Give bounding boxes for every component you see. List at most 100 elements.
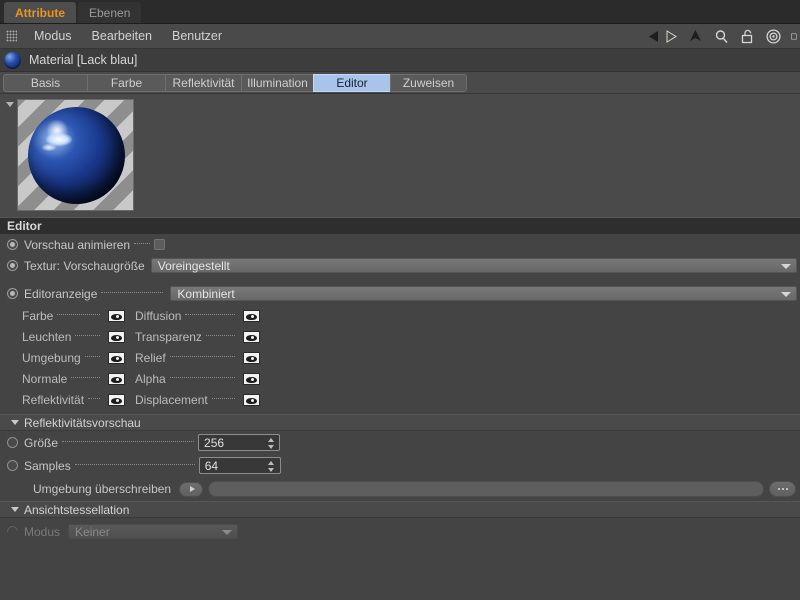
leader-dots bbox=[57, 314, 100, 315]
material-tab-bar: Basis Farbe Reflektivität Illumination E… bbox=[0, 72, 800, 94]
tab-zuweisen-label: Zuweisen bbox=[403, 76, 454, 90]
forward-arrow-icon[interactable] bbox=[661, 28, 678, 45]
editor-display-dropdown[interactable]: Kombiniert bbox=[170, 286, 797, 301]
group-header-view-tessellation[interactable]: Ansichtstessellation bbox=[0, 501, 800, 518]
editor-section-body: Vorschau animieren Textur: Vorschaugröße… bbox=[0, 234, 800, 414]
toolbar-icons bbox=[647, 24, 800, 49]
override-environment-browse-button[interactable] bbox=[769, 481, 796, 497]
animate-preview-label: Vorschau animieren bbox=[24, 238, 130, 252]
attribute-manager-window: Attribute Ebenen Modus Bearbeiten Benutz… bbox=[0, 0, 800, 600]
material-preview-area bbox=[0, 94, 800, 217]
channel-normale: Normale bbox=[0, 372, 125, 386]
preview-highlight-secondary bbox=[42, 144, 56, 151]
tessellation-mode-dropdown[interactable]: Keiner bbox=[68, 524, 238, 539]
channel-alpha-label: Alpha bbox=[135, 372, 166, 386]
spinner-icon[interactable] bbox=[268, 461, 275, 472]
eye-icon[interactable] bbox=[108, 331, 125, 343]
channel-umgebung: Umgebung bbox=[0, 351, 125, 365]
samples-radio[interactable] bbox=[7, 460, 18, 471]
eye-icon[interactable] bbox=[108, 373, 125, 385]
samples-input[interactable]: 64 bbox=[199, 457, 281, 474]
tab-basis-label: Basis bbox=[31, 76, 60, 90]
eye-icon[interactable] bbox=[243, 310, 260, 322]
menu-item-benutzer[interactable]: Benutzer bbox=[162, 24, 232, 49]
material-preview-swatch[interactable] bbox=[17, 99, 134, 211]
grip-dots-icon[interactable] bbox=[6, 30, 17, 42]
eye-icon[interactable] bbox=[108, 310, 125, 322]
material-sphere-icon bbox=[4, 52, 21, 69]
tab-basis[interactable]: Basis bbox=[3, 74, 87, 92]
up-arrow-icon[interactable] bbox=[687, 28, 704, 45]
triangle-down-icon bbox=[11, 420, 19, 425]
unlock-icon[interactable] bbox=[739, 28, 756, 45]
spacer bbox=[0, 276, 800, 283]
panel-icon[interactable] bbox=[791, 28, 798, 45]
channel-diffusion-label: Diffusion bbox=[135, 309, 181, 323]
view-tessellation-body: Modus Keiner bbox=[0, 518, 800, 558]
tab-editor[interactable]: Editor bbox=[313, 74, 390, 92]
play-triangle-icon[interactable] bbox=[179, 482, 203, 497]
leader-dots bbox=[206, 335, 235, 336]
row-override-environment: Umgebung überschreiben bbox=[0, 477, 800, 501]
row-tessellation-mode: Modus Keiner bbox=[0, 518, 800, 542]
preview-sphere bbox=[28, 107, 125, 204]
size-input[interactable]: 256 bbox=[198, 434, 280, 451]
target-icon[interactable] bbox=[765, 28, 782, 45]
samples-label: Samples bbox=[24, 459, 71, 473]
menu-item-bearbeiten[interactable]: Bearbeiten bbox=[82, 24, 162, 49]
channel-row: Reflektivität Displacement bbox=[0, 389, 800, 410]
row-size: Größe 256 bbox=[0, 431, 800, 454]
leader-dots bbox=[75, 464, 195, 465]
preview-collapse-toggle[interactable] bbox=[3, 99, 17, 107]
eye-icon[interactable] bbox=[243, 394, 260, 406]
leader-dots bbox=[170, 377, 235, 378]
channel-leuchten-label: Leuchten bbox=[22, 330, 71, 344]
size-value: 256 bbox=[204, 436, 224, 450]
channel-normale-label: Normale bbox=[22, 372, 67, 386]
size-radio[interactable] bbox=[7, 437, 18, 448]
texture-preview-size-radio[interactable] bbox=[7, 260, 18, 271]
material-header: Material [Lack blau] bbox=[0, 49, 800, 72]
editor-display-radio[interactable] bbox=[7, 288, 18, 299]
eye-icon[interactable] bbox=[243, 331, 260, 343]
channel-reflektivitaet-label: Reflektivität bbox=[22, 393, 84, 407]
window-tab-ebenen[interactable]: Ebenen bbox=[78, 2, 141, 23]
leader-dots bbox=[88, 398, 100, 399]
menu-item-modus[interactable]: Modus bbox=[24, 24, 82, 49]
tab-farbe[interactable]: Farbe bbox=[87, 74, 165, 92]
tab-zuweisen[interactable]: Zuweisen bbox=[390, 74, 467, 92]
eye-icon[interactable] bbox=[243, 352, 260, 364]
group-header-reflectance-preview-label: Reflektivitätsvorschau bbox=[24, 416, 141, 430]
eye-icon[interactable] bbox=[243, 373, 260, 385]
leader-dots bbox=[75, 335, 100, 336]
spinner-icon[interactable] bbox=[267, 438, 274, 449]
channel-row: Normale Alpha bbox=[0, 368, 800, 389]
reflectance-preview-body: Größe 256 Samples 64 Umgebung überschrei… bbox=[0, 431, 800, 501]
channel-leuchten: Leuchten bbox=[0, 330, 125, 344]
leader-dots bbox=[85, 356, 100, 357]
texture-preview-size-dropdown[interactable]: Voreingestellt bbox=[151, 258, 797, 273]
row-texture-preview-size: Textur: Vorschaugröße Voreingestellt bbox=[0, 255, 800, 276]
tab-illumination[interactable]: Illumination bbox=[241, 74, 313, 92]
window-tab-attribute[interactable]: Attribute bbox=[4, 2, 76, 23]
channel-row: Umgebung Relief bbox=[0, 347, 800, 368]
channel-transparenz-label: Transparenz bbox=[135, 330, 202, 344]
texture-preview-size-value: Voreingestellt bbox=[158, 259, 230, 273]
override-environment-field[interactable] bbox=[208, 481, 764, 497]
animate-preview-checkbox[interactable] bbox=[154, 239, 165, 250]
eye-icon[interactable] bbox=[108, 352, 125, 364]
menu-bar: Modus Bearbeiten Benutzer bbox=[0, 24, 800, 49]
editor-display-value: Kombiniert bbox=[177, 287, 234, 301]
section-header-editor: Editor bbox=[0, 217, 800, 234]
eye-icon[interactable] bbox=[108, 394, 125, 406]
tab-farbe-label: Farbe bbox=[111, 76, 142, 90]
search-icon[interactable] bbox=[713, 28, 730, 45]
channel-relief: Relief bbox=[125, 351, 260, 365]
tab-reflektivitaet[interactable]: Reflektivität bbox=[165, 74, 241, 92]
group-header-reflectance-preview[interactable]: Reflektivitätsvorschau bbox=[0, 414, 800, 431]
group-header-view-tessellation-label: Ansichtstessellation bbox=[24, 503, 129, 517]
row-animate-preview: Vorschau animieren bbox=[0, 234, 800, 255]
animate-preview-radio[interactable] bbox=[7, 239, 18, 250]
leader-dots bbox=[185, 314, 235, 315]
tab-illumination-label: Illumination bbox=[247, 76, 308, 90]
